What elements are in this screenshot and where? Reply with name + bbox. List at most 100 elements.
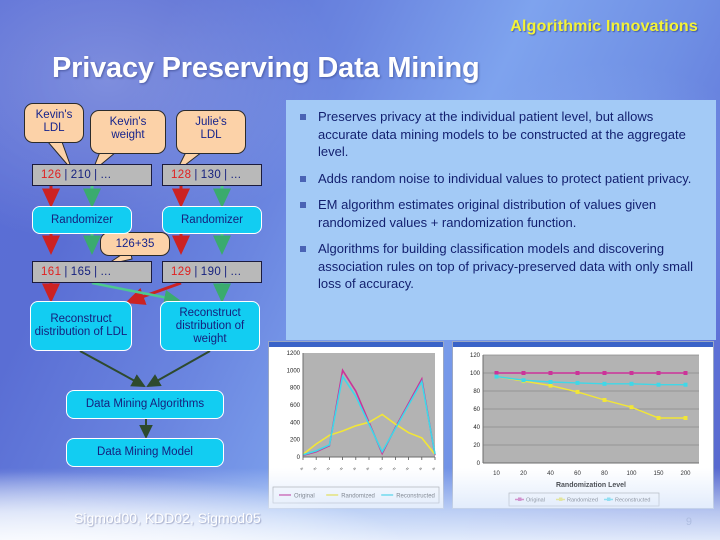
chart-data-point xyxy=(575,380,580,385)
page-number: 9 xyxy=(685,516,692,528)
chart-y-tick-label: 20 xyxy=(473,443,480,449)
data-value-ellipsis: ... xyxy=(100,169,112,181)
chart-data-point xyxy=(629,371,634,375)
data-separator: | xyxy=(64,266,68,278)
chart-data-point xyxy=(602,371,607,375)
bullet-text: Adds random noise to individual values t… xyxy=(318,170,692,186)
chart-data-point xyxy=(656,416,661,420)
chart-x-tick-label: 100 xyxy=(626,471,637,477)
data-row-kevin-original: 126 | 210 | ... xyxy=(32,164,152,186)
callout-line2: LDL xyxy=(200,129,222,141)
accuracy-chart: 020406080100120 10 20 40 60 80 100 150 200 Rand… xyxy=(453,347,713,508)
chart-data-point xyxy=(575,371,580,375)
chart-data-point xyxy=(575,389,580,394)
chart-legend-label: Randomized xyxy=(341,494,375,500)
chart-data-point xyxy=(629,405,634,410)
process-reconstruct-ldl: Reconstruct distribution of LDL xyxy=(30,301,132,351)
process-label: Reconstruct distribution of LDL xyxy=(34,313,128,338)
process-reconstruct-weight: Reconstruct distribution of weight xyxy=(160,301,260,351)
callout-line2: LDL xyxy=(43,122,65,134)
data-row-kevin-randomized: 161 | 165 | ... xyxy=(32,261,152,283)
data-row-julie-randomized: 129 | 190 | ... xyxy=(162,261,262,283)
chart-x-tick-label: 10 xyxy=(493,471,500,477)
callout-line1: Julie's xyxy=(195,116,227,128)
square-bullet-icon xyxy=(300,114,306,120)
data-separator: | xyxy=(64,169,68,181)
bullet-text: Algorithms for building classification m… xyxy=(318,241,694,291)
callout-julie-ldl: Julie's LDL xyxy=(176,110,246,154)
data-value-ellipsis: ... xyxy=(230,169,242,181)
square-bullet-icon xyxy=(300,202,306,208)
chart-data-point xyxy=(656,382,661,387)
chart-data-point xyxy=(548,380,553,384)
chart-data-point xyxy=(521,371,526,375)
chart-data-point xyxy=(494,371,499,375)
data-value-second: 130 xyxy=(200,169,222,181)
chart-y-tick-label: 800 xyxy=(290,386,301,392)
chart-x-tick-label: 150 xyxy=(653,471,664,477)
square-bullet-icon xyxy=(300,246,306,252)
bullet-item: Preserves privacy at the individual pati… xyxy=(294,108,706,161)
chart-legend-label: Reconstructed xyxy=(615,498,650,504)
reference-footnote: Sigmod00, KDD02, Sigmod05 xyxy=(74,510,261,526)
chart-data-point xyxy=(683,371,688,375)
callout-line1: Kevin's xyxy=(109,116,147,128)
chart-data-point xyxy=(602,381,607,386)
chart-legend-marker xyxy=(559,497,563,501)
chart-data-point xyxy=(656,371,661,375)
chart-x-tick-label: 200 xyxy=(680,471,691,477)
distribution-chart: 020040060080010001200 ≈ ≈ ≈ ≈ ≈ ≈ ≈ ≈ ≈ ≈ ≈ Origin… xyxy=(269,347,443,508)
process-randomizer-right: Randomizer xyxy=(162,206,262,234)
data-value-ellipsis: ... xyxy=(230,266,242,278)
data-value-second: 165 xyxy=(70,266,92,278)
chart-legend-label: Reconstructed xyxy=(396,494,435,500)
bullet-item: Algorithms for building classification m… xyxy=(294,240,706,293)
callout-noise-example: 126+35 xyxy=(100,232,170,256)
slide: Algorithmic Innovations Privacy Preservi… xyxy=(0,0,720,540)
process-randomizer-left: Randomizer xyxy=(32,206,132,234)
square-bullet-icon xyxy=(300,175,306,182)
callout-line1: Kevin's xyxy=(35,109,73,121)
chart-x-tick-label: 20 xyxy=(520,471,527,477)
chart-data-point xyxy=(548,383,553,388)
data-value-ellipsis: ... xyxy=(100,266,112,278)
data-row-julie-original: 128 | 130 | ... xyxy=(162,164,262,186)
data-value-first: 129 xyxy=(171,266,192,278)
callout-line2: weight xyxy=(111,129,145,141)
data-value-second: 190 xyxy=(200,266,222,278)
chart-legend-label: Randomized xyxy=(567,498,598,504)
chart-data-point xyxy=(521,378,526,383)
key-points-panel: Preserves privacy at the individual pati… xyxy=(286,100,716,340)
data-value-first: 126 xyxy=(41,169,62,181)
process-label: Randomizer xyxy=(181,213,243,226)
chart-y-tick-label: 120 xyxy=(470,353,481,359)
chart-legend-marker xyxy=(607,497,611,501)
callout-line1: 126+35 xyxy=(115,238,155,250)
process-data-mining-algorithms: Data Mining Algorithms xyxy=(66,390,224,419)
bullet-item: Adds random noise to individual values t… xyxy=(294,170,706,188)
data-separator: | xyxy=(194,266,198,278)
chart-y-tick-label: 40 xyxy=(473,425,480,431)
chart-y-tick-label: 200 xyxy=(290,438,301,444)
data-separator: | xyxy=(224,266,228,278)
process-label: Data Mining Algorithms xyxy=(85,398,205,410)
chart-x-tick-label: 60 xyxy=(574,471,581,477)
privacy-pipeline-diagram: Kevin's LDL Kevin's weight Julie's LDL 1… xyxy=(0,0,300,540)
distribution-chart-card: 0 200 400 600 800 1000 1200 ≈ ≈ ≈ ≈ ≈ ≈ ≈ ≈ ≈ ≈ ≈ Origin… xyxy=(268,341,444,509)
chart-data-point xyxy=(683,416,688,420)
chart-data-point xyxy=(494,374,499,379)
process-label: Reconstruct distribution of weight xyxy=(175,306,245,345)
chart-legend-label: Original xyxy=(526,498,545,504)
process-label: Randomizer xyxy=(51,213,113,226)
callout-kevin-weight: Kevin's weight xyxy=(90,110,166,154)
chart-y-tick-label: 600 xyxy=(290,403,301,409)
chart-y-tick-label: 1200 xyxy=(287,351,301,357)
chart-data-point xyxy=(548,371,553,375)
callout-kevin-ldl: Kevin's LDL xyxy=(24,103,84,143)
bullet-text: EM algorithm estimates original distribu… xyxy=(318,197,657,230)
chart-data-point xyxy=(602,398,607,402)
accuracy-chart-card: 0 20 40 60 80 100 120 10 20 40 60 80 100 150 200 Rand… xyxy=(452,341,714,509)
data-value-second: 210 xyxy=(70,169,92,181)
chart-data-point xyxy=(683,382,688,387)
chart-y-tick-label: 400 xyxy=(290,420,301,426)
